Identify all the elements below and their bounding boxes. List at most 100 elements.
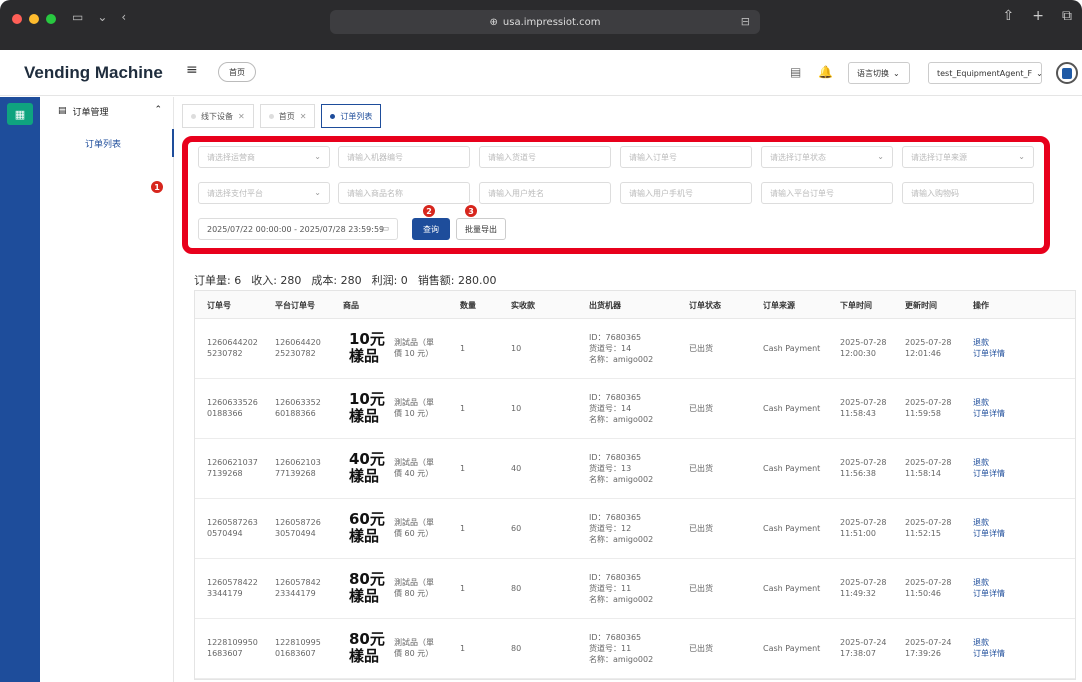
sales-amount: 销售额: 280.00 [417,274,497,287]
payment-platform-placeholder: 请选择支付平台 [207,188,263,198]
column-header[interactable]: 操作 [973,300,989,311]
chevron-down-icon[interactable]: ⌄ [97,10,107,24]
column-header[interactable]: 订单状态 [689,300,721,311]
icon-rail: ▦ [0,97,40,682]
machine-number-input[interactable]: 请输入机器编号 [338,146,470,168]
new-tab-icon[interactable]: + [1032,8,1044,24]
user-icon [1062,67,1072,79]
column-header[interactable]: 商品 [343,300,359,311]
close-icon[interactable]: ✕ [300,112,307,121]
query-button[interactable]: 查询 [412,218,450,240]
order-status: 已出货 [689,404,713,413]
avatar[interactable] [1056,62,1078,84]
close-icon[interactable]: ✕ [238,112,245,121]
refund-link[interactable]: 退款 [973,577,1005,588]
column-header[interactable]: 订单来源 [763,300,795,311]
row-actions: 退款 订单详情 [973,517,1005,539]
order-source-placeholder: 请选择订单来源 [911,152,967,162]
column-header[interactable]: 出货机器 [589,300,621,311]
bell-icon[interactable]: 🔔 [818,65,833,79]
order-source: Cash Payment [763,524,821,533]
export-button[interactable]: 批量导出 [456,218,506,240]
account-select[interactable]: test_EquipmentAgent_F ⌄ [928,62,1043,84]
paid-amount: 40 [511,464,522,473]
updated-time: 2025-07-24 17:39:26 [905,638,952,658]
platform-order-input[interactable]: 请输入平台订单号 [761,182,893,204]
close-window-button[interactable] [12,14,22,24]
product-name-input[interactable]: 请输入商品名称 [338,182,470,204]
order-source: Cash Payment [763,464,821,473]
order-count: 订单量: 6 [194,274,242,287]
browser-actions: ⇧ + ⧉ [1003,8,1072,24]
refund-link[interactable]: 退款 [973,457,1005,468]
order-detail-link[interactable]: 订单详情 [973,588,1005,599]
reader-icon[interactable]: ⊟ [741,15,750,28]
user-name-input[interactable]: 请输入用户姓名 [479,182,611,204]
order-detail-link[interactable]: 订单详情 [973,528,1005,539]
share-icon[interactable]: ⇧ [1003,8,1015,24]
browser-chrome: ▭ ⌄ ‹ ⊕ usa.impressiot.com ⊟ ⇧ + ⧉ [0,0,1082,50]
menu-toggle-icon[interactable]: ≡ [186,62,198,78]
order-source: Cash Payment [763,344,821,353]
refund-link[interactable]: 退款 [973,337,1005,348]
tab-dot [268,113,274,119]
column-header[interactable]: 更新时间 [905,300,937,311]
date-range-picker[interactable]: 2025/07/22 00:00:00 - 2025/07/28 23:59:5… [198,218,398,240]
dispense-machine: ID：7680365 货道号：11 名称：amigo002 [589,633,654,664]
product-description: 測試品（單價 10 元） [394,398,434,418]
quantity: 1 [460,524,466,533]
document-icon[interactable]: ▤ [790,65,801,79]
annotation-badge-2: 2 [422,204,436,218]
sidebar-group-orders[interactable]: ▤ 订单管理 ⌃ [40,97,174,125]
product-thumbnail: 40元 樣品 [349,450,385,485]
column-header[interactable]: 数量 [460,300,476,311]
chevron-down-icon: ⌄ [1018,152,1025,161]
tab-label: 订单列表 [340,111,373,121]
order-detail-link[interactable]: 订单详情 [973,468,1005,479]
updated-time: 2025-07-28 11:58:14 [905,458,952,478]
order-status-select[interactable]: 请选择订单状态 ⌄ [761,146,893,168]
operator-select[interactable]: 请选择运营商 ⌄ [198,146,330,168]
tab-home[interactable]: 首页 ✕ [259,104,316,128]
platform-order-number: 122810995 01683607 [275,638,321,658]
order-number-input[interactable]: 请输入订单号 [620,146,752,168]
minimize-window-button[interactable] [29,14,39,24]
tab-offline-devices[interactable]: 线下设备 ✕ [182,104,254,128]
tab-order-list[interactable]: 订单列表 [321,104,382,128]
column-header[interactable]: 订单号 [207,300,231,311]
column-header[interactable]: 平台订单号 [275,300,315,311]
row-actions: 退款 订单详情 [973,337,1005,359]
sidebar-toggle-icon[interactable]: ▭ [72,10,83,24]
dispense-machine: ID：7680365 货道号：12 名称：amigo002 [589,513,654,544]
address-bar[interactable]: ⊕ usa.impressiot.com ⊟ [330,10,760,34]
column-header[interactable]: 下单时间 [840,300,872,311]
user-phone-input[interactable]: 请输入用户手机号 [620,182,752,204]
order-source-select[interactable]: 请选择订单来源 ⌄ [902,146,1034,168]
payment-platform-select[interactable]: 请选择支付平台 ⌄ [198,182,330,204]
maximize-window-button[interactable] [46,14,56,24]
back-icon[interactable]: ‹ [121,10,126,24]
tabs-overview-icon[interactable]: ⧉ [1062,8,1072,24]
refund-link[interactable]: 退款 [973,517,1005,528]
lane-number-input[interactable]: 请输入货道号 [479,146,611,168]
filter-panel: 请选择运营商 ⌄ 请输入机器编号 请输入货道号 请输入订单号 请选择订单状态 ⌄ 请… [182,136,1050,254]
shopping-code-input[interactable]: 请输入购物码 [902,182,1034,204]
product-thumbnail: 10元 樣品 [349,330,385,365]
quantity: 1 [460,464,466,473]
home-chip[interactable]: 首页 [218,62,256,82]
refund-link[interactable]: 退款 [973,637,1005,648]
column-header[interactable]: 实收款 [511,300,535,311]
browser-nav: ▭ ⌄ ‹ [72,10,126,24]
quantity: 1 [460,344,466,353]
refund-link[interactable]: 退款 [973,397,1005,408]
sidebar-item-order-list[interactable]: 订单列表 [40,129,174,157]
order-detail-link[interactable]: 订单详情 [973,648,1005,659]
dashboard-icon[interactable]: ▦ [7,103,33,125]
dispense-machine: ID：7680365 货道号：14 名称：amigo002 [589,393,654,424]
cost: 成本: 280 [311,274,362,287]
paid-amount: 80 [511,584,522,593]
language-switch[interactable]: 语言切换 ⌄ [848,62,910,84]
order-detail-link[interactable]: 订单详情 [973,408,1005,419]
order-detail-link[interactable]: 订单详情 [973,348,1005,359]
income: 收入: 280 [251,274,302,287]
